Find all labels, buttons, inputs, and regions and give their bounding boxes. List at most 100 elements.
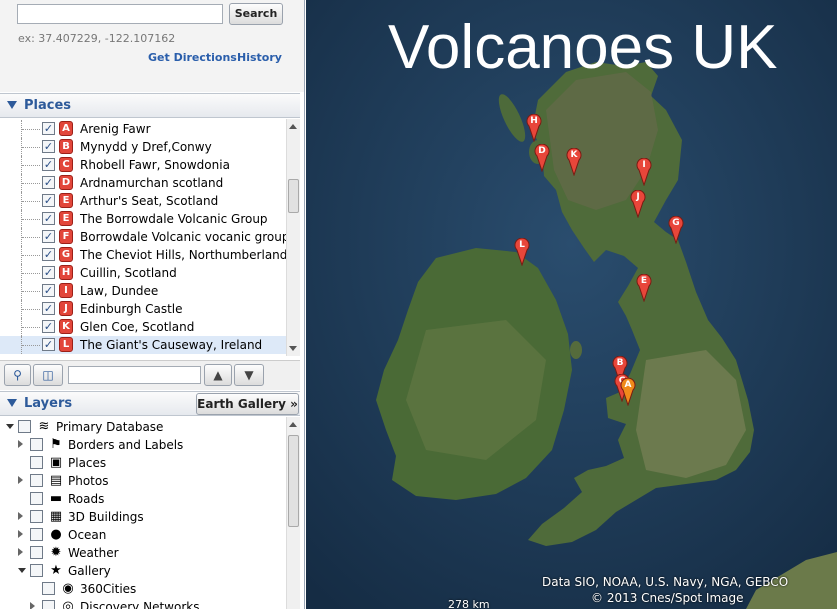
layer-checkbox[interactable] <box>42 582 55 595</box>
place-label: Edinburgh Castle <box>80 302 183 316</box>
map-pin-h[interactable]: H <box>526 114 542 142</box>
map-pin-l[interactable]: L <box>514 238 530 266</box>
search-places-button[interactable]: ⚲ <box>4 364 31 386</box>
weather-icon: ✹ <box>50 545 62 560</box>
map-pin-letter: G <box>672 218 680 228</box>
expander-icon[interactable] <box>18 530 23 538</box>
expander-icon[interactable] <box>18 476 23 484</box>
map-pin-a[interactable]: A <box>620 378 636 406</box>
place-label: The Cheviot Hills, Northumberland <box>80 248 286 262</box>
place-item[interactable]: ✓ F Borrowdale Volcanic vocanic group <box>0 228 286 246</box>
place-item[interactable]: ✓ D Ardnamurchan scotland <box>0 174 286 192</box>
tree-line <box>22 309 40 310</box>
places-filter-field[interactable] <box>68 366 201 384</box>
collapse-triangle-icon[interactable] <box>7 399 17 407</box>
layer-checkbox[interactable] <box>30 438 43 451</box>
place-checkbox[interactable]: ✓ <box>42 194 55 207</box>
layer-checkbox[interactable] <box>30 546 43 559</box>
scroll-thumb[interactable] <box>288 179 299 213</box>
map-pin-k[interactable]: K <box>566 148 582 176</box>
layer-checkbox[interactable] <box>30 510 43 523</box>
place-item[interactable]: ✓ I Law, Dundee <box>0 282 286 300</box>
search-input[interactable] <box>17 4 223 24</box>
expander-icon[interactable] <box>18 548 23 556</box>
place-checkbox[interactable]: ✓ <box>42 158 55 171</box>
place-item[interactable]: ✓ G The Cheviot Hills, Northumberland <box>0 246 286 264</box>
place-checkbox[interactable]: ✓ <box>42 266 55 279</box>
layer-item[interactable]: ◎ Discovery Networks <box>0 598 286 609</box>
map-pin-g[interactable]: G <box>668 216 684 244</box>
layer-item[interactable]: ≋ Primary Database <box>0 418 286 436</box>
scroll-thumb[interactable] <box>288 435 299 527</box>
place-checkbox[interactable]: ✓ <box>42 338 55 351</box>
layer-item[interactable]: ⚑ Borders and Labels <box>0 436 286 454</box>
place-checkbox[interactable]: ✓ <box>42 176 55 189</box>
place-item[interactable]: ✓ B Mynydd y Dref,Conwy <box>0 138 286 156</box>
place-checkbox[interactable]: ✓ <box>42 140 55 153</box>
search-button[interactable]: Search <box>229 3 283 25</box>
map-pin-d[interactable]: D <box>534 144 550 172</box>
layer-label: 360Cities <box>80 582 137 596</box>
scroll-up-icon[interactable] <box>289 422 297 427</box>
map-pin-j[interactable]: J <box>630 190 646 218</box>
place-checkbox[interactable]: ✓ <box>42 230 55 243</box>
place-item[interactable]: ✓ H Cuillin, Scotland <box>0 264 286 282</box>
map-pin-letter: B <box>616 358 624 368</box>
place-label: Rhobell Fawr, Snowdonia <box>80 158 230 172</box>
scroll-down-icon[interactable] <box>289 346 297 351</box>
layer-checkbox[interactable] <box>30 528 43 541</box>
layer-item[interactable]: ▣ Places <box>0 454 286 472</box>
place-checkbox[interactable]: ✓ <box>42 302 55 315</box>
layer-checkbox[interactable] <box>18 420 31 433</box>
layer-checkbox[interactable] <box>30 492 43 505</box>
tree-line <box>22 237 40 238</box>
layer-item[interactable]: ● Ocean <box>0 526 286 544</box>
place-item[interactable]: ✓ J Edinburgh Castle <box>0 300 286 318</box>
place-item[interactable]: ✓ C Rhobell Fawr, Snowdonia <box>0 156 286 174</box>
expander-icon[interactable] <box>18 512 23 520</box>
layers-scrollbar[interactable] <box>286 417 300 609</box>
place-item[interactable]: ✓ E The Borrowdale Volcanic Group <box>0 210 286 228</box>
place-item[interactable]: ✓ K Glen Coe, Scotland <box>0 318 286 336</box>
place-checkbox[interactable]: ✓ <box>42 122 55 135</box>
expander-icon[interactable] <box>18 568 26 573</box>
layer-label: Gallery <box>68 564 111 578</box>
layer-item[interactable]: ◉ 360Cities <box>0 580 286 598</box>
place-checkbox[interactable]: ✓ <box>42 284 55 297</box>
move-down-button[interactable]: ▼ <box>234 364 264 386</box>
layer-checkbox[interactable] <box>42 600 55 609</box>
map-pin-e[interactable]: E <box>636 274 652 302</box>
map-pin-i[interactable]: I <box>636 158 652 186</box>
move-up-button[interactable]: ▲ <box>204 364 232 386</box>
earth-gallery-button[interactable]: Earth Gallery » <box>196 393 299 415</box>
collapse-triangle-icon[interactable] <box>7 101 17 109</box>
expander-icon[interactable] <box>30 602 35 609</box>
layer-item[interactable]: ★ Gallery <box>0 562 286 580</box>
layer-checkbox[interactable] <box>30 456 43 469</box>
layer-item[interactable]: ▬ Roads <box>0 490 286 508</box>
layer-checkbox[interactable] <box>30 564 43 577</box>
place-checkbox[interactable]: ✓ <box>42 248 55 261</box>
place-item[interactable]: ✓ A Arenig Fawr <box>0 120 286 138</box>
toggle-panel-button[interactable]: ◫ <box>33 364 63 386</box>
scroll-up-icon[interactable] <box>289 124 297 129</box>
discovery-icon: ◎ <box>62 599 74 609</box>
layer-item[interactable]: ✹ Weather <box>0 544 286 562</box>
layer-item[interactable]: ▦ 3D Buildings <box>0 508 286 526</box>
expander-icon[interactable] <box>6 424 14 429</box>
layer-item[interactable]: ▤ Photos <box>0 472 286 490</box>
place-item[interactable]: ✓ E Arthur's Seat, Scotland <box>0 192 286 210</box>
history-link[interactable]: History <box>237 51 282 64</box>
map-view[interactable]: HDKIJGLEBCA Volcanoes UK Data SIO, NOAA,… <box>306 0 837 609</box>
place-checkbox[interactable]: ✓ <box>42 212 55 225</box>
layer-checkbox[interactable] <box>30 474 43 487</box>
place-item[interactable]: ✓ L The Giant's Causeway, Ireland <box>0 336 286 354</box>
places-header[interactable]: Places <box>0 93 300 118</box>
get-directions-link[interactable]: Get Directions <box>148 51 237 64</box>
expander-icon[interactable] <box>18 440 23 448</box>
map-pin-letter: L <box>519 240 525 250</box>
place-checkbox[interactable]: ✓ <box>42 320 55 333</box>
flag-icon: ⚑ <box>50 437 62 452</box>
places-scrollbar[interactable] <box>286 119 300 356</box>
satellite-map[interactable] <box>306 0 837 609</box>
